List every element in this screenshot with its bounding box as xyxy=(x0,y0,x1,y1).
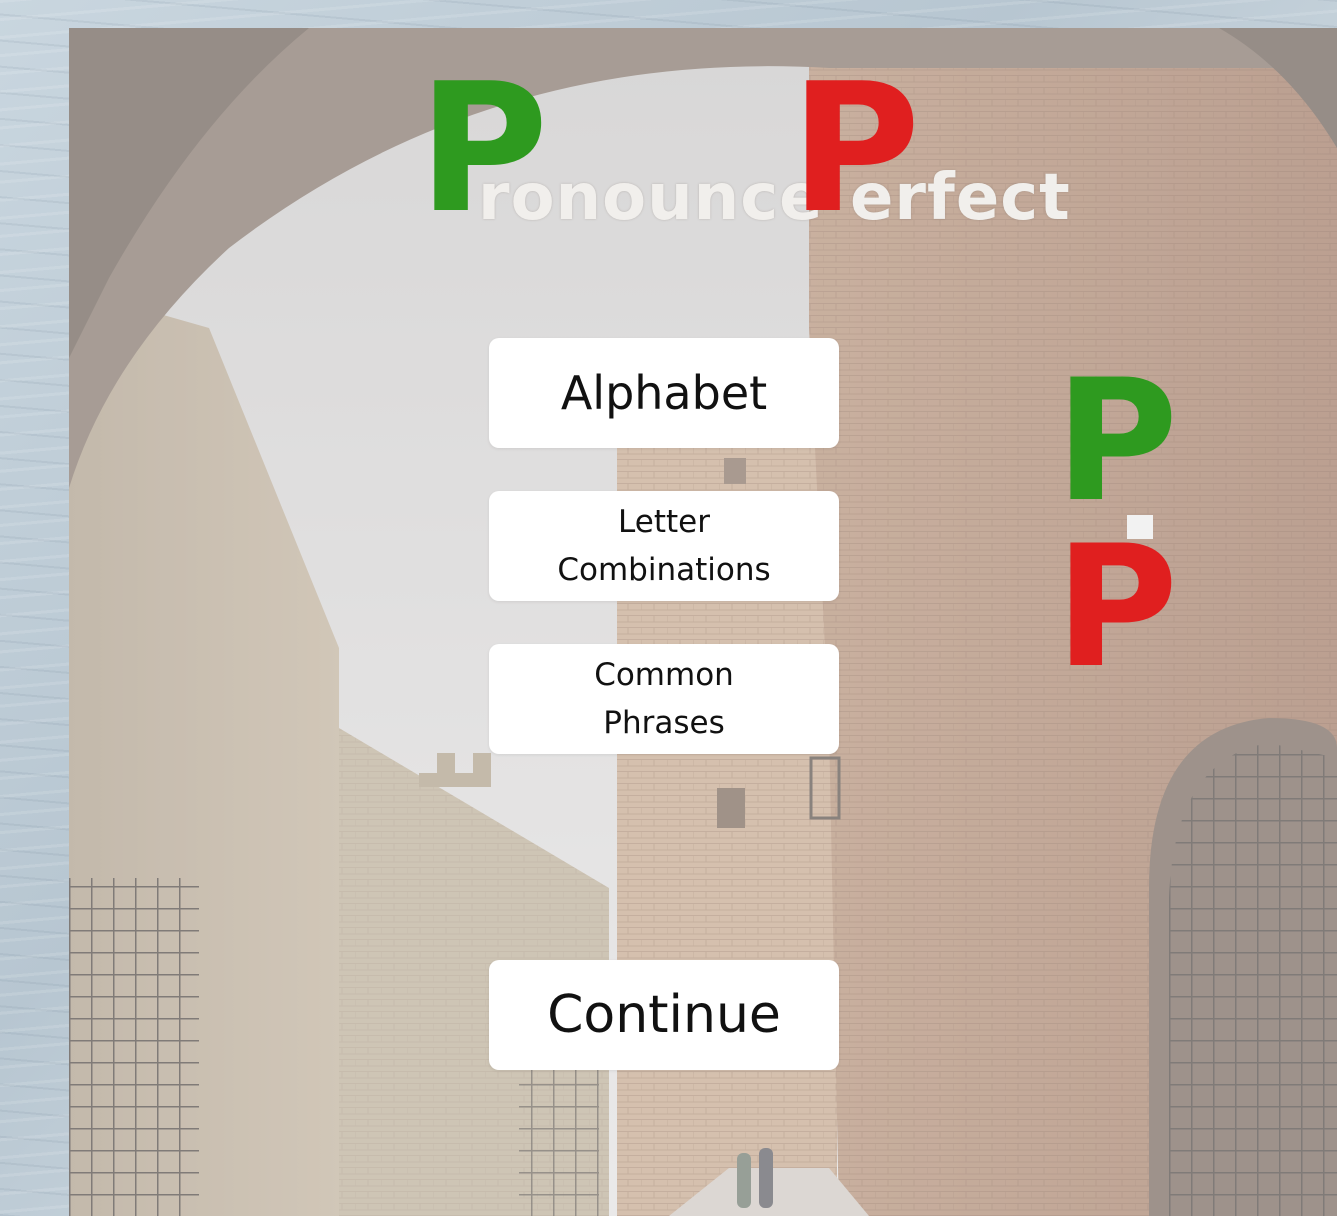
continue-button[interactable]: Continue xyxy=(489,960,839,1070)
pronounce-perfect-logo: P ronounce P erfect xyxy=(0,0,1268,260)
alphabet-button[interactable]: Alphabet xyxy=(489,338,839,448)
letter-combinations-line2: Combinations xyxy=(557,552,771,588)
letter-combinations-label: Letter Combinations xyxy=(557,498,770,594)
pp-side-badge: P P xyxy=(1055,343,1185,691)
logo-word-erfect: erfect xyxy=(850,161,1071,235)
common-phrases-line2: Phrases xyxy=(603,705,725,741)
continue-button-label: Continue xyxy=(547,985,781,1045)
common-phrases-label: Common Phrases xyxy=(594,651,734,747)
letter-combinations-button[interactable]: Letter Combinations xyxy=(489,491,839,601)
badge-letter-p-green: P xyxy=(1055,343,1179,539)
common-phrases-button[interactable]: Common Phrases xyxy=(489,644,839,754)
badge-letter-p-red: P xyxy=(1055,509,1179,705)
letter-combinations-line1: Letter xyxy=(618,504,710,540)
alphabet-button-label: Alphabet xyxy=(560,366,768,420)
common-phrases-line1: Common xyxy=(594,657,734,693)
logo-word-ronounce: ronounce xyxy=(478,161,824,235)
